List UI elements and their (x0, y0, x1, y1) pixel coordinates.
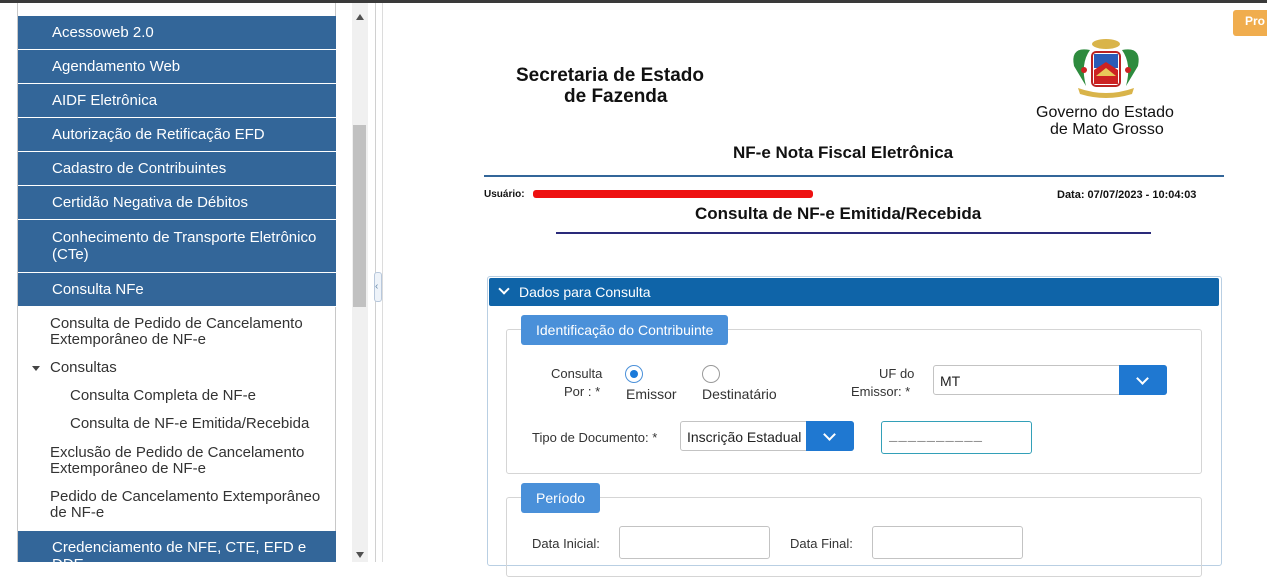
tipo-documento-select[interactable]: Inscrição Estadual (680, 421, 854, 451)
sidebar-menu: Acessoweb 2.0 Agendamento Web AIDF Eletr… (17, 3, 336, 562)
periodo-fieldset (506, 497, 1202, 577)
header-divider (484, 175, 1224, 177)
tipo-documento-value: Inscrição Estadual (687, 429, 802, 445)
consulta-por-label-line1: Consulta (551, 366, 603, 381)
secretaria-title-line2: de Fazenda (564, 86, 668, 107)
uf-label-line2: Emissor: * (851, 384, 911, 399)
sidebar-item-acessoweb[interactable]: Acessoweb 2.0 (18, 16, 336, 50)
destinatario-radio[interactable] (702, 365, 720, 383)
uf-dropdown-chevron-icon[interactable] (1119, 365, 1167, 395)
data-inicial-label: Data Inicial: (532, 536, 600, 551)
identificacao-legend: Identificação do Contribuinte (521, 315, 729, 345)
emissor-radio[interactable] (625, 365, 643, 383)
documento-input-mask: __________ (889, 429, 984, 445)
gov-title-line2: de Mato Grosso (1050, 121, 1164, 138)
secretaria-title-line1: Secretaria de Estado (516, 65, 704, 86)
sidebar-item-credenciamento[interactable]: Credenciamento de NFE, CTE, EFD e DDE (18, 531, 336, 562)
sidebar-subitem-consulta-pedido-cancelamento[interactable]: Consulta de Pedido de Cancelamento Extem… (50, 316, 325, 348)
data-final-input[interactable] (872, 526, 1023, 559)
periodo-legend: Período (521, 483, 601, 513)
documento-input[interactable]: __________ (881, 421, 1032, 454)
sidebar-subitem-consultas[interactable]: Consultas (32, 359, 117, 376)
consulta-por-label-line2: Por : * (564, 384, 601, 399)
data-final-label: Data Final: (790, 536, 853, 551)
datetime-label: Data: 07/07/2023 - 10:04:03 (1057, 189, 1197, 201)
gov-title-line1: Governo do Estado (1036, 104, 1174, 121)
tipo-documento-chevron-icon[interactable] (806, 421, 854, 451)
panel-header-dados-consulta[interactable]: Dados para Consulta (489, 278, 1219, 306)
sidebar: Acessoweb 2.0 Agendamento Web AIDF Eletr… (0, 3, 376, 562)
sidebar-subitem-emitida-recebida[interactable]: Consulta de NF-e Emitida/Recebida (70, 416, 309, 432)
destinatario-radio-label[interactable]: Destinatário (702, 386, 777, 403)
redacted-user-name (533, 190, 813, 198)
emissor-radio-label[interactable]: Emissor (626, 386, 677, 403)
sidebar-item-cte[interactable]: Conhecimento de Transporte Eletrônico (C… (18, 220, 336, 273)
usuario-label: Usuário: (484, 189, 525, 200)
sidebar-item-cadastro[interactable]: Cadastro de Contribuintes (18, 152, 336, 186)
sidebar-item-retificacao-efd[interactable]: Autorização de Retificação EFD (18, 118, 336, 152)
sidebar-scrollbar-thumb[interactable] (353, 125, 366, 307)
sidebar-subitem-consultas-label: Consultas (50, 359, 117, 376)
state-coat-of-arms-icon (1073, 39, 1139, 98)
tipo-documento-label: Tipo de Documento: * (532, 430, 658, 445)
uf-label-line1: UF do (879, 366, 915, 381)
sidebar-subitem-consulta-completa[interactable]: Consulta Completa de NF-e (70, 388, 256, 404)
uf-emissor-select[interactable]: MT (933, 365, 1167, 395)
sidebar-item-certidao[interactable]: Certidão Negativa de Débitos (18, 186, 336, 220)
sidebar-subitem-pedido-cancelamento[interactable]: Pedido de Cancelamento Extemporâneo de N… (50, 489, 335, 521)
scroll-down-arrow-icon[interactable] (356, 552, 364, 558)
sidebar-item-consulta-nfe[interactable]: Consulta NFe (18, 273, 336, 307)
sidebar-item-agendamento[interactable]: Agendamento Web (18, 50, 336, 84)
nfe-system-title: NF-e Nota Fiscal Eletrônica (733, 143, 954, 162)
data-inicial-input[interactable] (619, 526, 770, 559)
scroll-up-arrow-icon[interactable] (356, 14, 364, 20)
page-title: Consulta de NF-e Emitida/Recebida (695, 204, 982, 223)
panel-header-title: Dados para Consulta (519, 284, 651, 300)
procurar-button[interactable]: Pro (1233, 10, 1267, 36)
collapse-arrow-icon[interactable]: ‹ (375, 281, 378, 292)
title-underline (556, 232, 1151, 234)
sidebar-item-aidf[interactable]: AIDF Eletrônica (18, 84, 336, 118)
uf-emissor-value: MT (940, 373, 961, 389)
sidebar-subitem-exclusao-pedido[interactable]: Exclusão de Pedido de Cancelamento Extem… (50, 445, 325, 477)
caret-down-icon (32, 366, 40, 371)
identificacao-fieldset (506, 329, 1202, 474)
